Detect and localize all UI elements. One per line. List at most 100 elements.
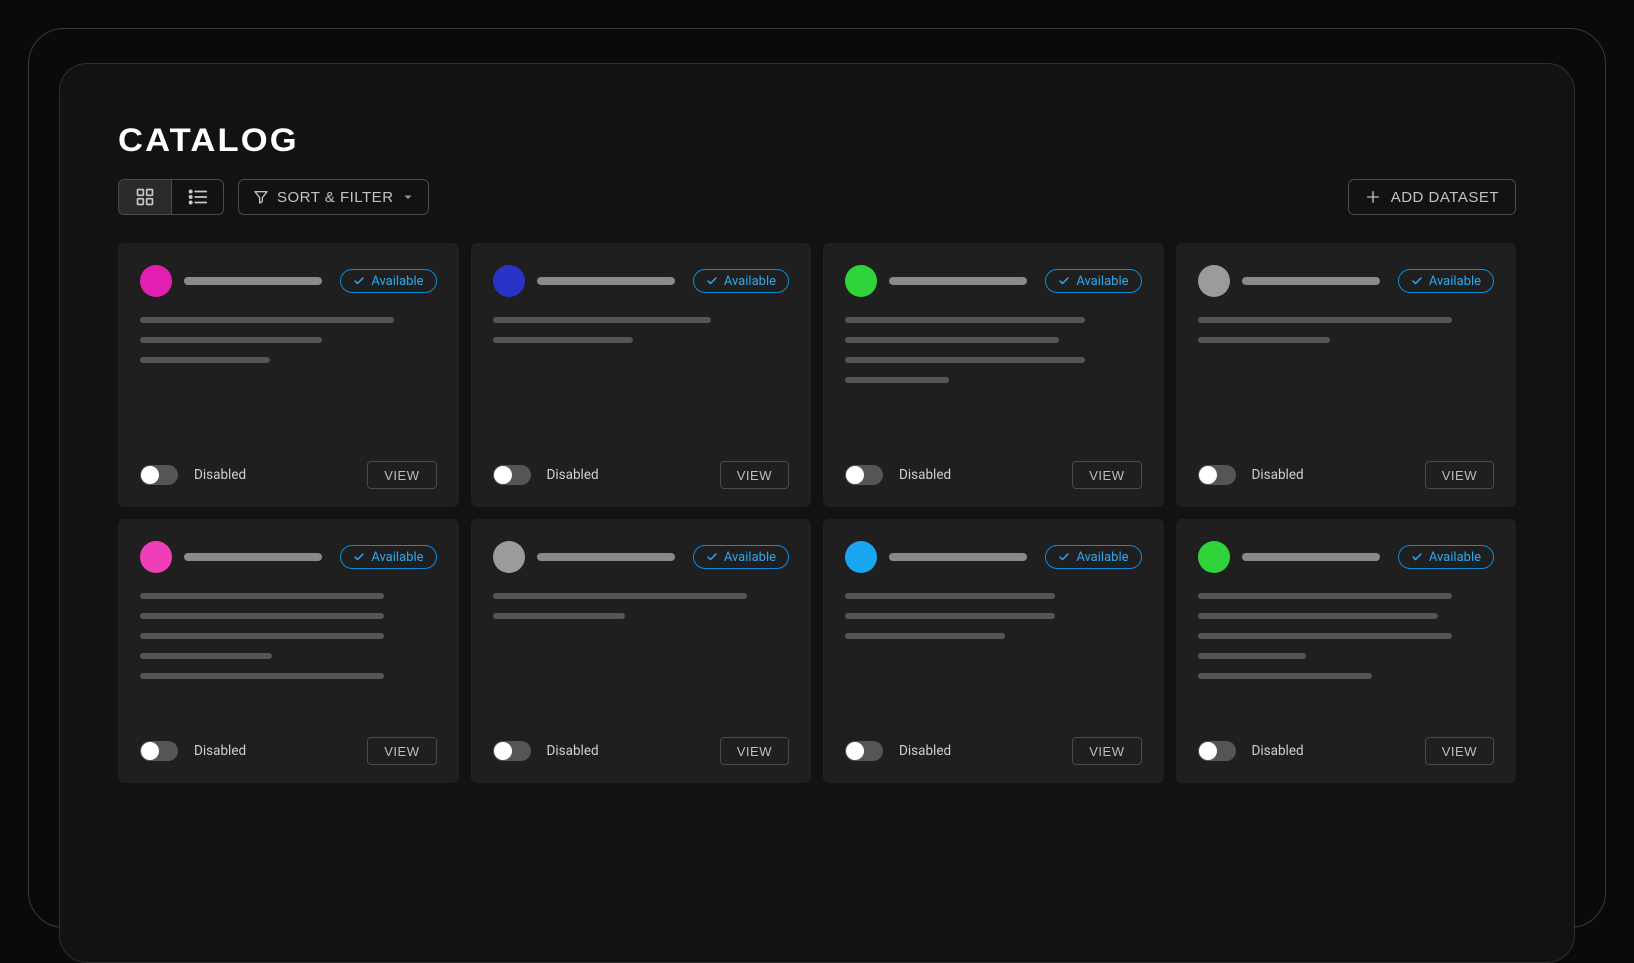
dataset-title-placeholder <box>184 277 322 285</box>
view-button[interactable]: VIEW <box>367 461 436 489</box>
enable-toggle[interactable] <box>140 741 178 761</box>
check-icon <box>1058 275 1070 287</box>
text-line-placeholder <box>493 317 711 323</box>
text-line-placeholder <box>1198 633 1452 639</box>
card-description <box>493 317 790 343</box>
dataset-title-placeholder <box>537 277 675 285</box>
card-header: Available <box>493 541 790 573</box>
dataset-grid: Available Disabled VIEW Available Disabled VI… <box>118 243 1516 783</box>
card-description <box>140 593 437 679</box>
card-description <box>845 593 1142 639</box>
add-dataset-button[interactable]: ADD DATASET <box>1348 179 1516 215</box>
text-line-placeholder <box>1198 673 1372 679</box>
dataset-title-placeholder <box>537 553 675 561</box>
text-line-placeholder <box>140 633 384 639</box>
text-line-placeholder <box>140 653 272 659</box>
status-chip: Available <box>693 545 789 569</box>
text-line-placeholder <box>1198 613 1438 619</box>
toggle-knob <box>141 466 159 484</box>
dataset-title-placeholder <box>889 277 1027 285</box>
text-line-placeholder <box>140 357 270 363</box>
card-header: Available <box>140 265 437 297</box>
card-footer: Disabled VIEW <box>140 737 437 765</box>
list-icon <box>187 186 209 208</box>
text-line-placeholder <box>845 317 1085 323</box>
dataset-card: AvailableDisabledVIEW <box>1176 243 1517 507</box>
toggle-label: Disabled <box>899 743 951 759</box>
enable-toggle[interactable] <box>140 465 178 485</box>
view-mode-toggle <box>118 179 224 215</box>
text-line-placeholder <box>845 357 1085 363</box>
enable-toggle[interactable] <box>493 741 531 761</box>
status-label: Available <box>1429 550 1481 565</box>
text-line-placeholder <box>1198 317 1452 323</box>
view-button[interactable]: VIEW <box>1072 737 1141 765</box>
card-description <box>1198 593 1495 679</box>
toggle-knob <box>141 742 159 760</box>
text-line-placeholder <box>845 337 1059 343</box>
text-line-placeholder <box>1198 593 1452 599</box>
view-button[interactable]: VIEW <box>720 461 789 489</box>
text-line-placeholder <box>493 613 625 619</box>
status-chip: Available <box>1045 545 1141 569</box>
enable-toggle[interactable] <box>493 465 531 485</box>
add-dataset-label: ADD DATASET <box>1391 189 1499 206</box>
check-icon <box>706 275 718 287</box>
check-icon <box>706 551 718 563</box>
dataset-card: Available Disabled VIEW <box>118 243 459 507</box>
dataset-card: AvailableDisabledVIEW <box>471 519 812 783</box>
sort-filter-button[interactable]: SORT & FILTER <box>238 179 429 215</box>
enable-toggle[interactable] <box>845 465 883 485</box>
dataset-card: Available Disabled VIEW <box>471 243 812 507</box>
status-chip: Available <box>1398 545 1494 569</box>
status-chip: Available <box>693 269 789 293</box>
status-label: Available <box>1076 550 1128 565</box>
text-line-placeholder <box>493 337 633 343</box>
card-footer: DisabledVIEW <box>1198 737 1495 765</box>
toggle-label: Disabled <box>899 467 951 483</box>
toggle-knob <box>1199 742 1217 760</box>
dataset-color-dot <box>140 541 172 573</box>
toggle-label: Disabled <box>194 467 246 483</box>
view-button[interactable]: VIEW <box>367 737 436 765</box>
dataset-title-placeholder <box>889 553 1027 561</box>
view-button[interactable]: VIEW <box>1425 737 1494 765</box>
grid-view-button[interactable] <box>119 180 171 214</box>
view-button[interactable]: VIEW <box>720 737 789 765</box>
text-line-placeholder <box>1198 337 1330 343</box>
grid-icon <box>135 187 155 207</box>
plus-icon <box>1365 189 1381 205</box>
text-line-placeholder <box>845 593 1055 599</box>
toggle-knob <box>846 466 864 484</box>
view-button[interactable]: VIEW <box>1425 461 1494 489</box>
toggle-knob <box>494 466 512 484</box>
dataset-color-dot <box>493 541 525 573</box>
dataset-color-dot <box>493 265 525 297</box>
card-header: Available <box>493 265 790 297</box>
card-header: Available <box>845 265 1142 297</box>
card-footer: Disabled VIEW <box>493 461 790 489</box>
check-icon <box>353 551 365 563</box>
dataset-color-dot <box>1198 541 1230 573</box>
sort-filter-label: SORT & FILTER <box>277 189 394 206</box>
check-icon <box>1058 551 1070 563</box>
status-label: Available <box>371 550 423 565</box>
list-view-button[interactable] <box>171 180 223 214</box>
enable-toggle[interactable] <box>1198 465 1236 485</box>
check-icon <box>353 275 365 287</box>
text-line-placeholder <box>493 593 747 599</box>
card-description <box>1198 317 1495 343</box>
card-header: Available <box>1198 541 1495 573</box>
toggle-label: Disabled <box>547 467 599 483</box>
view-button[interactable]: VIEW <box>1072 461 1141 489</box>
dataset-card: Available Disabled VIEW <box>823 519 1164 783</box>
toolbar: SORT & FILTER ADD DATASET <box>118 179 1516 215</box>
text-line-placeholder <box>140 317 394 323</box>
enable-toggle[interactable] <box>845 741 883 761</box>
card-header: Available <box>845 541 1142 573</box>
toggle-label: Disabled <box>194 743 246 759</box>
text-line-placeholder <box>1198 653 1306 659</box>
enable-toggle[interactable] <box>1198 741 1236 761</box>
dataset-card: Available Disabled VIEW <box>118 519 459 783</box>
dataset-card: Available DisabledVIEW <box>1176 519 1517 783</box>
